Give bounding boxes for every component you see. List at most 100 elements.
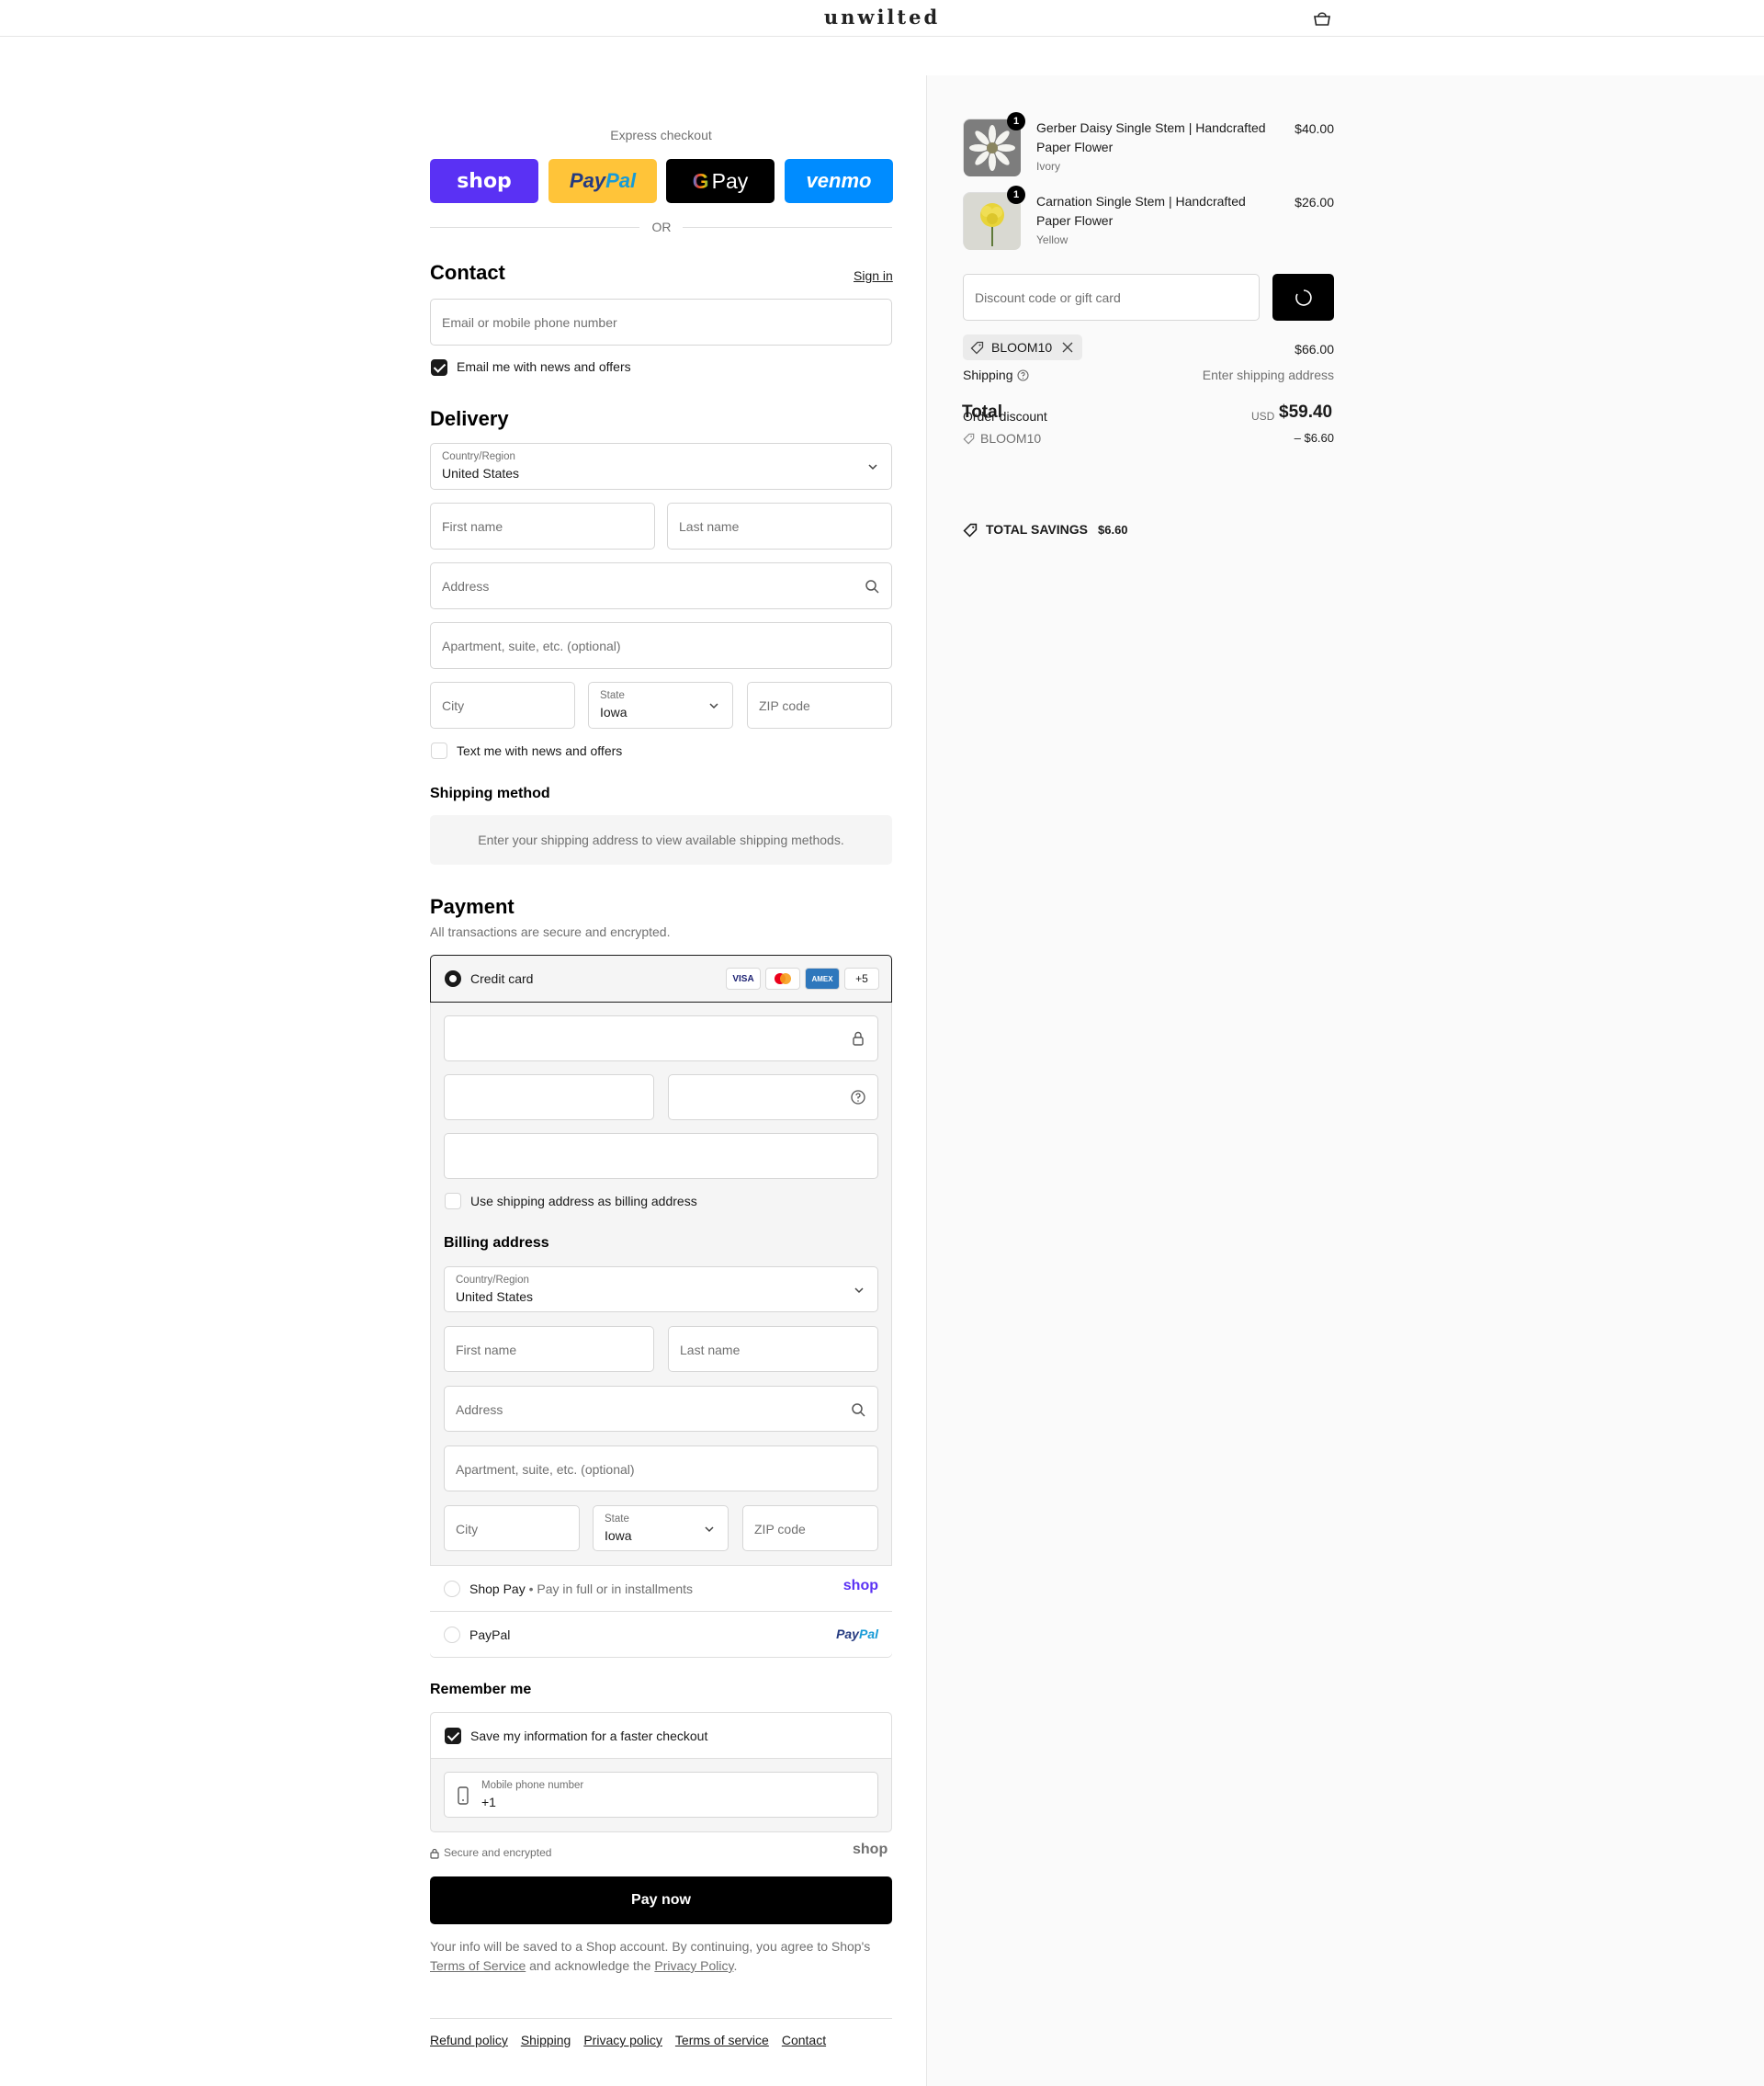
shipping-link[interactable]: Shipping [521, 2033, 571, 2047]
mobile-phone-label: Mobile phone number [481, 1780, 584, 1791]
shop-pay-radio[interactable] [444, 1581, 460, 1597]
store-logo[interactable]: unwilted [0, 6, 1764, 28]
card-number-field[interactable] [444, 1015, 878, 1061]
quantity-badge: 1 [1007, 186, 1025, 204]
credit-card-label: Credit card [470, 971, 534, 986]
chevron-down-icon [705, 1526, 714, 1533]
refund-policy-link[interactable]: Refund policy [430, 2033, 508, 2047]
billing-zip-placeholder: ZIP code [754, 1522, 806, 1536]
paypal-radio[interactable] [444, 1627, 460, 1643]
card-expiry-field[interactable] [444, 1074, 654, 1120]
billing-apartment-field[interactable]: Apartment, suite, etc. (optional) [444, 1445, 878, 1491]
first-name-placeholder: First name [442, 519, 503, 534]
total-label: Total [962, 402, 1002, 422]
save-info-checkbox[interactable] [445, 1728, 461, 1744]
payment-subtitle: All transactions are secure and encrypte… [430, 924, 671, 939]
chevron-down-icon [709, 703, 718, 709]
billing-city-field[interactable]: City [444, 1505, 580, 1551]
remember-me-box: Save my information for a faster checkou… [430, 1712, 892, 1832]
shipping-value: Enter shipping address [1202, 368, 1334, 382]
card-cvv-field[interactable] [668, 1074, 878, 1120]
address-field[interactable]: Address [430, 562, 892, 609]
shop-pay-button[interactable]: shop [430, 159, 538, 203]
privacy-policy-link[interactable]: Privacy policy [583, 2033, 662, 2047]
currency-label: USD [1251, 410, 1275, 423]
contact-link[interactable]: Contact [782, 2033, 826, 2047]
visa-icon: VISA [726, 968, 761, 990]
chevron-down-icon [868, 464, 877, 470]
email-field[interactable]: Email or mobile phone number [430, 299, 892, 346]
shop-pay-option[interactable]: Shop Pay • Pay in full or in installment… [430, 1565, 892, 1611]
help-icon[interactable] [850, 1089, 866, 1105]
shop-pay-description: Pay in full or in installments [537, 1582, 694, 1596]
use-shipping-checkbox[interactable] [445, 1193, 461, 1209]
billing-state-select[interactable]: State Iowa [593, 1505, 729, 1551]
express-checkout-label: Express checkout [610, 128, 712, 142]
credit-card-radio[interactable] [445, 970, 461, 987]
tag-icon [970, 341, 984, 355]
footer-links: Refund policy Shipping Privacy policy Te… [430, 2033, 826, 2047]
last-name-placeholder: Last name [679, 519, 740, 534]
or-label: OR [643, 220, 680, 234]
venmo-logo: venmo [806, 169, 872, 192]
bag-icon[interactable] [1312, 9, 1332, 28]
legal-text: Your info will be saved to a Shop accoun… [430, 1937, 892, 1976]
help-icon[interactable] [1017, 369, 1029, 381]
venmo-button[interactable]: venmo [785, 159, 893, 203]
paypal-logo-pay: Pay [569, 169, 606, 192]
state-select[interactable]: State Iowa [588, 682, 733, 729]
billing-first-name-placeholder: First name [456, 1343, 517, 1357]
city-field[interactable]: City [430, 682, 575, 729]
sign-in-link[interactable]: Sign in [854, 268, 893, 283]
terms-of-service-link[interactable]: Terms of Service [430, 1958, 526, 1973]
terms-of-service-link[interactable]: Terms of service [675, 2033, 769, 2047]
city-placeholder: City [442, 698, 465, 713]
save-info-row[interactable]: Save my information for a faster checkou… [431, 1713, 891, 1759]
subtotal-value: $66.00 [1295, 342, 1334, 357]
shop-pay-separator: • [528, 1582, 534, 1596]
apartment-field[interactable]: Apartment, suite, etc. (optional) [430, 622, 892, 669]
paypal-logo: PayPal [836, 1627, 878, 1641]
email-news-checkbox[interactable] [431, 359, 447, 376]
chevron-down-icon [854, 1287, 864, 1294]
credit-card-option[interactable]: Credit card VISA AMEX +5 [430, 955, 892, 1003]
paypal-logo-pal: Pal [605, 169, 637, 192]
paypal-label: PayPal [469, 1627, 511, 1642]
pay-now-button[interactable]: Pay now [430, 1876, 892, 1924]
mobile-phone-field[interactable]: Mobile phone number +1 [444, 1772, 878, 1818]
shop-logo: shop [457, 169, 512, 193]
first-name-field[interactable]: First name [430, 503, 655, 550]
billing-apartment-placeholder: Apartment, suite, etc. (optional) [456, 1462, 635, 1477]
billing-last-name-field[interactable]: Last name [668, 1326, 878, 1372]
spinner-icon [1295, 289, 1312, 306]
billing-address-field[interactable]: Address [444, 1386, 878, 1432]
item-price: $40.00 [1295, 121, 1334, 136]
google-pay-button[interactable]: G Pay [666, 159, 775, 203]
search-icon [852, 1403, 865, 1417]
paypal-option[interactable]: PayPal PayPal [430, 1611, 892, 1657]
billing-country-value: United States [456, 1289, 534, 1304]
discount-code-field[interactable]: Discount code or gift card [963, 274, 1260, 321]
billing-country-select[interactable]: Country/Region United States [444, 1266, 878, 1312]
billing-first-name-field[interactable]: First name [444, 1326, 654, 1372]
close-icon[interactable] [1062, 342, 1073, 353]
text-news-checkbox[interactable] [431, 743, 447, 759]
card-name-field[interactable] [444, 1133, 878, 1179]
billing-zip-field[interactable]: ZIP code [742, 1505, 878, 1551]
billing-address-placeholder: Address [456, 1402, 503, 1417]
more-cards-badge: +5 [844, 968, 879, 990]
remember-me-heading: Remember me [430, 1682, 532, 1697]
total-savings-value: $6.60 [1098, 523, 1128, 537]
last-name-field[interactable]: Last name [667, 503, 892, 550]
privacy-policy-link[interactable]: Privacy Policy [654, 1958, 733, 1973]
country-select[interactable]: Country/Region United States [430, 443, 892, 490]
apply-discount-button[interactable] [1272, 274, 1334, 321]
paypal-button[interactable]: Pay Pal [548, 159, 657, 203]
shipping-method-message: Enter your shipping address to view avai… [430, 815, 892, 865]
shipping-method-heading: Shipping method [430, 786, 550, 801]
billing-country-label: Country/Region [456, 1275, 529, 1286]
phone-icon [458, 1786, 469, 1805]
shop-pay-text: Shop Pay • Pay in full or in installment… [469, 1582, 693, 1596]
zip-field[interactable]: ZIP code [747, 682, 892, 729]
billing-city-placeholder: City [456, 1522, 479, 1536]
